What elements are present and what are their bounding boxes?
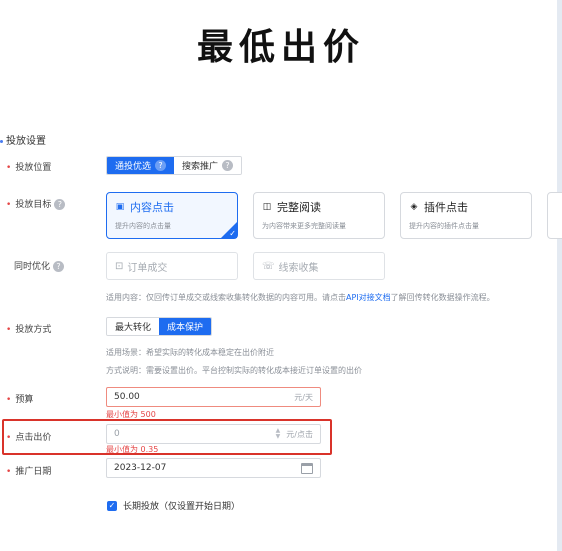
goal-card-title: 完整阅读: [277, 201, 321, 214]
budget-value: 50.00: [114, 392, 140, 402]
api-doc-link[interactable]: API对接文档: [346, 293, 391, 302]
sync-option-leads[interactable]: ☏ 线索收集: [253, 252, 385, 280]
placement-option-search[interactable]: 搜索推广?: [174, 157, 242, 174]
method-scene-note: 适用场景：希望实际的转化成本稳定在出价附近: [106, 348, 274, 357]
goal-card-content-click[interactable]: ▣ 内容点击 提升内容的点击量 ✓: [106, 192, 238, 239]
method-selector[interactable]: 最大转化 成本保护: [106, 317, 213, 336]
scrollbar-track[interactable]: [557, 0, 562, 551]
date-value: 2023-12-07: [114, 463, 167, 473]
method-description-note: 方式说明：需要设置出价。平台控制实际的转化成本接近订单设置的出价: [106, 366, 362, 375]
section-header-label: 投放设置: [6, 136, 46, 147]
goal-card-plugin-click[interactable]: ◈ 插件点击 提升内容的插件点击量: [400, 192, 532, 239]
method-option-cost-protection[interactable]: 成本保护: [159, 318, 212, 335]
goal-card-overflow[interactable]: [547, 192, 562, 239]
page-title: 最低出价: [196, 27, 365, 68]
placement-selector[interactable]: 通投优选? 搜索推广?: [106, 156, 243, 175]
goal-card-title: 内容点击: [130, 201, 174, 214]
goal-card-full-read[interactable]: ◫ 完整阅读 为内容带来更多完整阅读量: [253, 192, 385, 239]
goal-label: • 投放目标?: [6, 197, 66, 210]
method-option-max-conversion[interactable]: 最大转化: [107, 318, 160, 335]
bullet-icon: [0, 139, 3, 143]
method-label: • 投放方式: [6, 325, 52, 335]
bid-value: 0: [114, 429, 120, 439]
sync-optimize-label: 同时优化?: [14, 259, 65, 272]
cart-icon: ⊡: [115, 260, 124, 272]
book-icon: ◫: [262, 202, 272, 212]
calendar-icon[interactable]: [301, 462, 313, 474]
plugin-icon: ◈: [410, 202, 418, 212]
long-term-option[interactable]: ✓ 长期投放（仅设置开始日期）: [107, 499, 240, 512]
stepper-icon[interactable]: ▲ ▼: [276, 428, 281, 440]
cursor-icon: ▣: [115, 202, 125, 212]
budget-input[interactable]: 50.00 元/天: [106, 387, 321, 407]
bid-error: 最小值为 0.35: [106, 445, 159, 454]
date-picker[interactable]: 2023-12-07: [106, 458, 321, 478]
goal-card-desc: 提升内容的点击量: [115, 222, 171, 230]
goal-card-desc: 为内容带来更多完整阅读量: [262, 222, 346, 230]
section-header: 投放设置: [0, 132, 46, 147]
phone-icon: ☏: [262, 260, 275, 272]
check-icon: ✓: [229, 229, 236, 238]
goal-card-desc: 提升内容的插件点击量: [409, 222, 479, 230]
help-icon[interactable]: ?: [54, 199, 66, 210]
placement-option-preferred[interactable]: 通投优选?: [107, 157, 175, 174]
budget-label: • 预算: [6, 395, 34, 405]
sync-optimize-note: 适用内容：仅回传订单成交或线索收集转化数据的内容可用。请点击API对接文档了解回…: [106, 293, 495, 302]
placement-label: • 投放位置: [6, 163, 52, 173]
bid-label: • 点击出价: [6, 433, 52, 443]
help-icon[interactable]: ?: [155, 160, 167, 171]
help-icon[interactable]: ?: [53, 261, 65, 272]
bid-unit: 元/点击: [286, 429, 313, 439]
long-term-label: 长期投放（仅设置开始日期）: [123, 502, 241, 512]
sync-option-order[interactable]: ⊡ 订单成交: [106, 252, 238, 280]
goal-card-title: 插件点击: [424, 201, 468, 214]
bid-input[interactable]: 0 ▲ ▼ 元/点击: [106, 424, 321, 444]
budget-unit: 元/天: [294, 392, 313, 402]
help-icon[interactable]: ?: [222, 160, 234, 171]
date-label: • 推广日期: [6, 467, 52, 477]
long-term-checkbox[interactable]: ✓: [107, 500, 117, 511]
